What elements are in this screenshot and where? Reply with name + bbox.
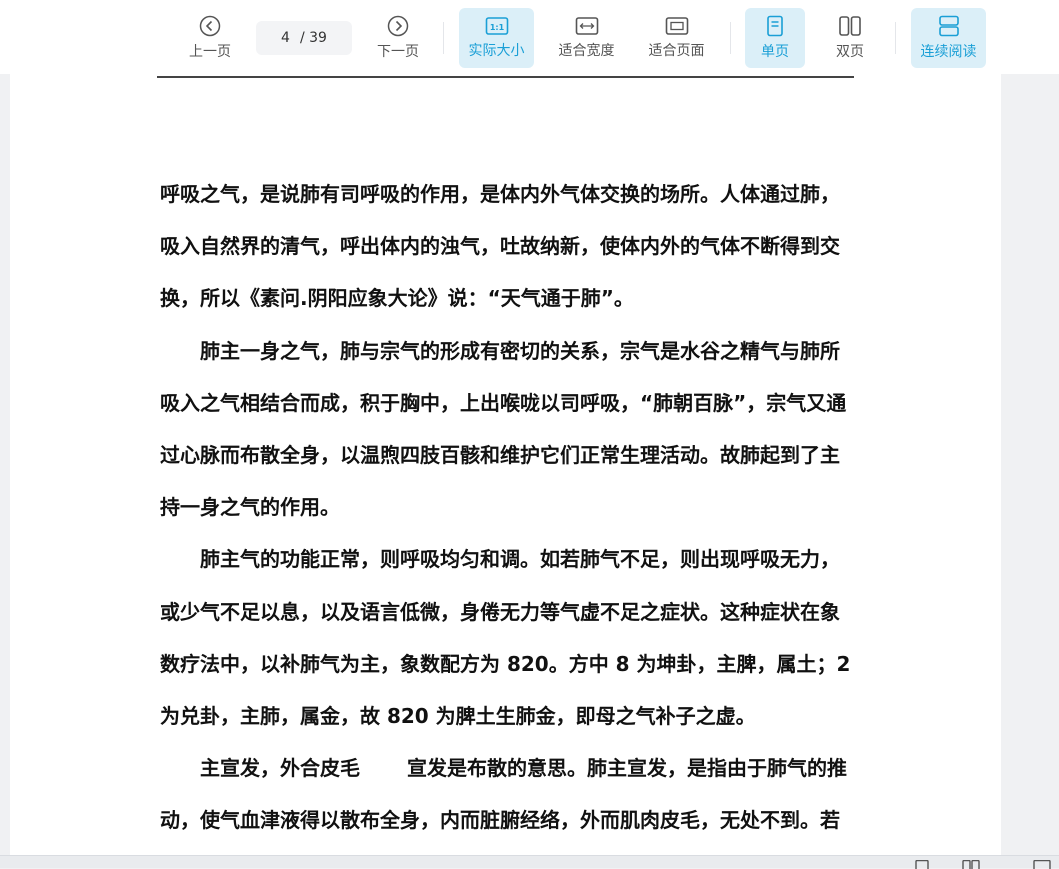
fit-page-icon bbox=[665, 16, 689, 36]
status-bar bbox=[0, 855, 1059, 868]
next-page-button[interactable]: 下一页 bbox=[368, 8, 428, 68]
text-line: 为兑卦，主肺，属金，故 820 为脾土生肺金，即母之气补子之虚。 bbox=[160, 698, 860, 750]
fit-width-button[interactable]: 适合宽度 bbox=[549, 8, 624, 68]
fit-page-label: 适合页面 bbox=[649, 40, 705, 60]
text-line: 呼吸之气，是说肺有司呼吸的作用，是体内外气体交换的场所。人体通过肺， bbox=[160, 176, 860, 228]
text-line: 换，所以《素问.阴阳应象大论》说：“天气通于肺”。 bbox=[160, 280, 860, 332]
text-line: 持一身之气的作用。 bbox=[160, 489, 860, 541]
toolbar-divider bbox=[730, 22, 731, 54]
text-line: 肺主气的功能正常，则呼吸均匀和调。如若肺气不足，则出现呼吸无力， bbox=[160, 541, 860, 593]
double-page-icon bbox=[838, 15, 862, 37]
text-line: 过心脉而布散全身，以温煦四肢百骸和维护它们正常生理活动。故肺起到了主 bbox=[160, 437, 860, 489]
single-page-button[interactable]: 单页 bbox=[745, 8, 805, 68]
double-page-button[interactable]: 双页 bbox=[820, 8, 880, 68]
page-number-field[interactable]: 4 / 39 bbox=[256, 21, 352, 55]
text-line: 动，使气血津液得以散布全身，内而脏腑经络，外而肌肉皮毛，无处不到。若 bbox=[160, 802, 860, 854]
toolbar-divider bbox=[443, 22, 444, 54]
text-line: 肺主一身之气，肺与宗气的形成有密切的关系，宗气是水谷之精气与肺所 bbox=[160, 333, 860, 385]
page-current[interactable]: 4 bbox=[281, 30, 290, 46]
next-page-label: 下一页 bbox=[377, 41, 419, 61]
continuous-read-button[interactable]: 连续阅读 bbox=[911, 8, 986, 68]
prev-page-label: 上一页 bbox=[189, 41, 231, 61]
actual-size-label: 实际大小 bbox=[469, 40, 525, 60]
double-page-label: 双页 bbox=[836, 41, 864, 61]
reader-toolbar: 上一页 4 / 39 下一页 1:1 实际大小 适合宽度 适合页面 bbox=[0, 0, 1059, 74]
page-total: / 39 bbox=[300, 30, 327, 46]
scroll-area-right[interactable] bbox=[1001, 74, 1059, 855]
chevron-right-circle-icon bbox=[387, 15, 409, 37]
text-line: 或少气不足以息，以及语言低微，身倦无力等气虚不足之症状。这种症状在象 bbox=[160, 594, 860, 646]
actual-size-icon: 1:1 bbox=[485, 16, 509, 36]
text-line: 数疗法中，以补肺气为主，象数配方为 820。方中 8 为坤卦，主脾，属土；2 bbox=[160, 646, 860, 698]
text-line: 吸入之气相结合而成，积于胸中，上出喉咙以司呼吸，“肺朝百脉”，宗气又通 bbox=[160, 385, 860, 437]
single-page-label: 单页 bbox=[761, 41, 789, 61]
continuous-scroll-icon bbox=[937, 15, 961, 37]
prev-page-button[interactable]: 上一页 bbox=[180, 8, 240, 68]
page-header-rule bbox=[157, 76, 854, 78]
fit-width-icon bbox=[575, 16, 599, 36]
single-page-icon bbox=[764, 15, 786, 37]
text-line: 主宣发，外合皮毛 宣发是布散的意思。肺主宣发，是指由于肺气的推 bbox=[160, 750, 860, 802]
fit-width-label: 适合宽度 bbox=[559, 40, 615, 60]
actual-size-button[interactable]: 1:1 实际大小 bbox=[459, 8, 534, 68]
text-line: 吸入自然界的清气，呼出体内的浊气，吐故纳新，使体内外的气体不断得到交 bbox=[160, 228, 860, 280]
svg-text:1:1: 1:1 bbox=[489, 23, 504, 32]
chevron-left-circle-icon bbox=[199, 15, 221, 37]
toolbar-divider bbox=[895, 22, 896, 54]
continuous-read-label: 连续阅读 bbox=[921, 41, 977, 61]
document-body: 呼吸之气，是说肺有司呼吸的作用，是体内外气体交换的场所。人体通过肺， 吸入自然界… bbox=[160, 176, 860, 854]
fit-page-button[interactable]: 适合页面 bbox=[639, 8, 714, 68]
